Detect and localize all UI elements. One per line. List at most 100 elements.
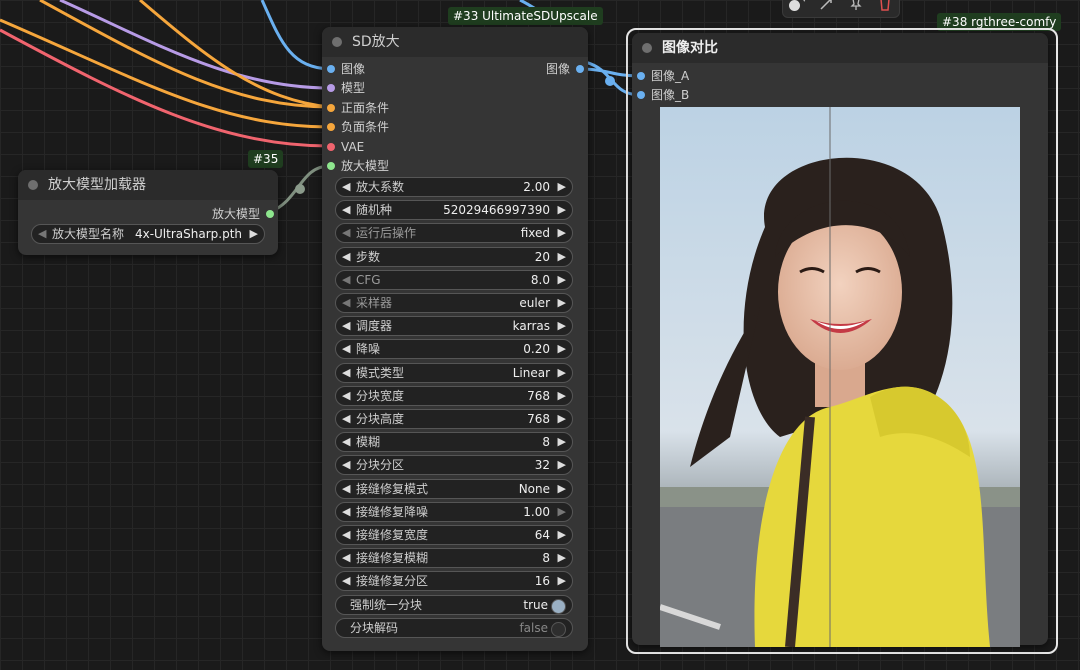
input-slot[interactable]: VAE	[327, 138, 447, 156]
arrow-right-icon[interactable]: ▶	[558, 201, 566, 219]
collapse-dot-icon[interactable]	[332, 37, 342, 47]
widget-combo[interactable]: ◀ 分块高度 768 ▶	[335, 409, 573, 429]
arrow-right-icon[interactable]: ▶	[558, 572, 566, 590]
arrow-left-icon[interactable]: ◀	[342, 526, 350, 544]
input-slot-dot-icon[interactable]	[327, 162, 335, 170]
arrow-left-icon[interactable]: ◀	[342, 433, 350, 451]
arrow-right-icon[interactable]: ▶	[558, 410, 566, 428]
input-slot-image-a[interactable]: 图像_A	[637, 67, 717, 85]
arrow-left-icon[interactable]: ◀	[342, 572, 350, 590]
input-slot[interactable]: 负面条件	[327, 118, 447, 136]
color-circle-icon[interactable]	[789, 0, 800, 11]
arrow-right-icon[interactable]: ▶	[250, 225, 258, 243]
arrow-right-icon[interactable]: ▶	[558, 271, 566, 289]
output-slot-dot-icon[interactable]	[266, 210, 274, 218]
arrow-left-icon[interactable]: ◀	[38, 225, 46, 243]
widget-label: CFG	[356, 272, 381, 287]
arrow-left-icon[interactable]: ◀	[342, 248, 350, 266]
arrow-left-icon[interactable]: ◀	[342, 271, 350, 289]
arrow-left-icon[interactable]: ◀	[342, 480, 350, 498]
arrow-right-icon[interactable]: ▶	[558, 433, 566, 451]
input-slot-dot-icon[interactable]	[327, 84, 335, 93]
arrow-left-icon[interactable]: ◀	[342, 294, 350, 312]
widget-combo[interactable]: ◀ 模糊 8 ▶	[335, 432, 573, 453]
widget-upscale-model-name[interactable]: ◀ 放大模型名称 4x-UltraSharp.pth ▶	[31, 224, 265, 244]
input-slot-dot-icon[interactable]	[327, 123, 335, 132]
widget-combo[interactable]: ◀ CFG 8.0 ▶	[335, 269, 573, 290]
widget-combo[interactable]: ◀ 调度器 karras ▶	[335, 316, 573, 337]
widget-combo[interactable]: ◀ 降噪 0.20 ▶	[335, 339, 573, 360]
chevron-down-icon[interactable]: ▾	[802, 0, 807, 5]
widget-combo[interactable]: ◀ 模式类型 Linear ▶	[335, 362, 573, 383]
arrow-right-icon[interactable]: ▶	[558, 503, 566, 521]
upscale-model-loader-node[interactable]: 放大模型加载器 放大模型 ◀ 放大模型名称 4x-UltraSharp.pth …	[18, 170, 278, 255]
input-slot-label: 正面条件	[341, 100, 390, 115]
input-slot[interactable]: 图像	[327, 60, 447, 78]
arrow-left-icon[interactable]: ◀	[342, 201, 350, 219]
input-slot[interactable]: 放大模型	[327, 157, 447, 175]
arrow-right-icon[interactable]: ▶	[558, 178, 566, 196]
arrow-right-icon[interactable]: ▶	[558, 480, 566, 498]
arrow-left-icon[interactable]: ◀	[342, 178, 350, 196]
arrow-left-icon[interactable]: ◀	[342, 410, 350, 428]
arrow-right-icon[interactable]: ▶	[558, 387, 566, 405]
image-compare-preview[interactable]	[660, 107, 1020, 647]
toggle-knob-icon[interactable]	[551, 598, 566, 614]
arrow-right-icon[interactable]: ▶	[558, 456, 566, 474]
arrow-right-icon[interactable]: ▶	[558, 549, 566, 567]
arrow-left-icon[interactable]: ◀	[342, 317, 350, 335]
input-slot-dot-icon[interactable]	[327, 142, 335, 151]
arrow-right-icon[interactable]: ▶	[558, 224, 566, 242]
collapse-dot-icon[interactable]	[642, 43, 652, 53]
widget-toggle[interactable]: 强制统一分块 true	[335, 594, 573, 615]
output-slot-image[interactable]: 图像	[504, 60, 584, 78]
arrow-right-icon[interactable]: ▶	[558, 294, 566, 312]
widget-combo[interactable]: ◀ 接缝修复模糊 8 ▶	[335, 548, 573, 569]
output-slot-dot-icon[interactable]	[576, 65, 584, 73]
arrow-right-icon[interactable]: ▶	[558, 340, 566, 358]
node-title-bar[interactable]: 图像对比	[632, 33, 1048, 63]
arrow-left-icon[interactable]: ◀	[342, 503, 350, 521]
widget-combo[interactable]: ◀ 接缝修复宽度 64 ▶	[335, 525, 573, 545]
arrow-right-icon[interactable]: ▶	[558, 526, 566, 544]
widget-combo[interactable]: ◀ 分块宽度 768 ▶	[335, 385, 573, 406]
widget-toggle[interactable]: 分块解码 false	[335, 617, 573, 638]
pin-icon[interactable]	[849, 0, 863, 11]
arrow-right-icon[interactable]: ▶	[558, 364, 566, 382]
widget-combo[interactable]: ◀ 运行后操作 fixed ▶	[335, 223, 573, 244]
wire-reroute-dot-b[interactable]	[605, 76, 615, 86]
trash-icon[interactable]	[878, 0, 892, 11]
input-slot-dot-icon[interactable]	[637, 91, 645, 99]
widget-combo[interactable]: ◀ 采样器 euler ▶	[335, 293, 573, 313]
bypass-icon[interactable]	[819, 0, 833, 11]
node-title-bar[interactable]: 放大模型加载器	[18, 170, 278, 200]
widget-combo[interactable]: ◀ 随机种 52029466997390 ▶	[335, 200, 573, 221]
collapse-dot-icon[interactable]	[28, 180, 38, 190]
arrow-left-icon[interactable]: ◀	[342, 456, 350, 474]
widget-combo[interactable]: ◀ 接缝修复分区 16 ▶	[335, 571, 573, 592]
output-slot-upscale-model[interactable]: 放大模型	[154, 205, 274, 223]
widget-value: 1.00	[523, 504, 550, 519]
arrow-left-icon[interactable]: ◀	[342, 549, 350, 567]
input-slot-dot-icon[interactable]	[637, 72, 645, 80]
widget-combo[interactable]: ◀ 放大系数 2.00 ▶	[335, 177, 573, 197]
arrow-left-icon[interactable]: ◀	[342, 224, 350, 242]
wire-reroute-dot[interactable]	[295, 184, 305, 194]
widget-combo[interactable]: ◀ 分块分区 32 ▶	[335, 455, 573, 476]
input-slot-dot-icon[interactable]	[327, 65, 335, 73]
widget-combo[interactable]: ◀ 接缝修复降噪 1.00 ▶	[335, 501, 573, 522]
input-slot-image-b[interactable]: 图像_B	[637, 86, 717, 104]
input-slot[interactable]: 正面条件	[327, 99, 447, 117]
input-slot[interactable]: 模型	[327, 79, 447, 97]
widget-combo[interactable]: ◀ 接缝修复模式 None ▶	[335, 478, 573, 499]
input-slot-dot-icon[interactable]	[327, 103, 335, 112]
widget-combo[interactable]: ◀ 步数 20 ▶	[335, 246, 573, 267]
arrow-right-icon[interactable]: ▶	[558, 317, 566, 335]
arrow-left-icon[interactable]: ◀	[342, 364, 350, 382]
toggle-knob-icon[interactable]	[551, 621, 566, 637]
node-title-bar[interactable]: SD放大	[322, 27, 588, 57]
arrow-left-icon[interactable]: ◀	[342, 387, 350, 405]
arrow-right-icon[interactable]: ▶	[558, 248, 566, 266]
arrow-left-icon[interactable]: ◀	[342, 340, 350, 358]
sd-upscale-node[interactable]: SD放大 图像 模型 正面条件 负面条件 VAE 放大模型 图像 ◀ 放大系数 2.00 ▶ ◀ 随…	[322, 27, 588, 651]
